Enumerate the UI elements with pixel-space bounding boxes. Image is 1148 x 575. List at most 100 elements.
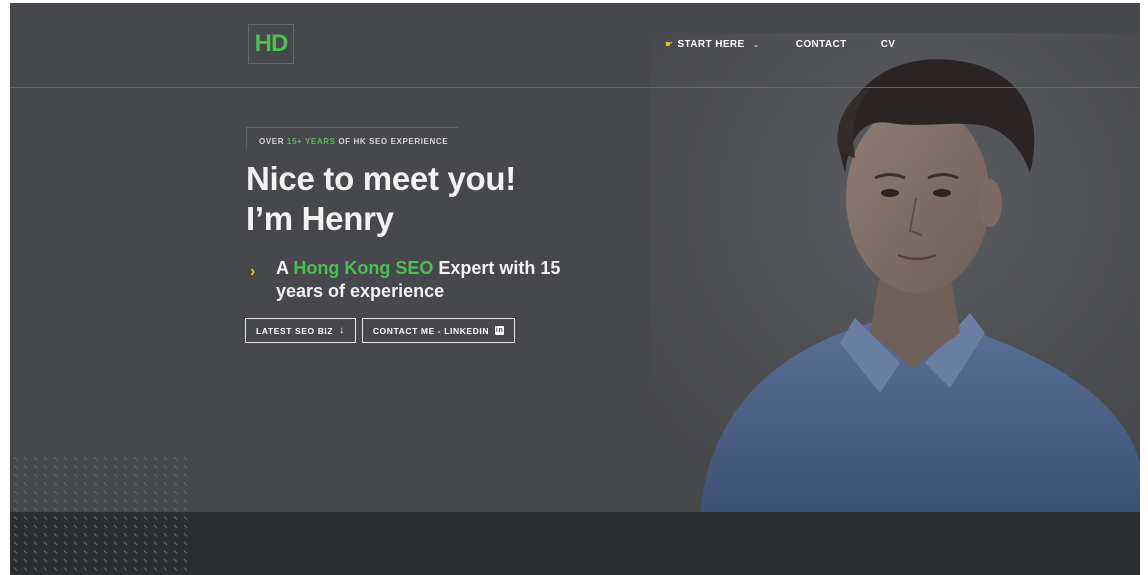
pattern-dash [153, 473, 158, 478]
pattern-dash [153, 550, 158, 554]
contact-linkedin-label: CONTACT ME - LINKEDIN [372, 325, 490, 336]
pattern-dash [93, 507, 98, 512]
pattern-dash [173, 473, 178, 478]
pattern-dash [123, 550, 128, 554]
pattern-dash [33, 533, 38, 537]
sub-accent: Hong Kong SEO [293, 258, 434, 278]
nav-cv[interactable]: CV [881, 39, 896, 50]
main-nav: ☛ START HERE ⌄ CONTACT CV [665, 39, 895, 50]
pattern-dash [183, 507, 188, 512]
pattern-dash [93, 465, 98, 469]
pattern-dash [103, 473, 108, 478]
pattern-dash [103, 465, 108, 469]
pattern-dash [113, 499, 118, 503]
pattern-dash [143, 567, 148, 571]
pattern-dash [93, 456, 98, 461]
pattern-dash [163, 558, 168, 563]
subline-text: A Hong Kong SEO Expert with 15 years of e… [276, 257, 560, 303]
pattern-dash [143, 499, 148, 503]
pattern-dash [173, 516, 178, 520]
pattern-dash [23, 490, 28, 495]
pattern-dash [103, 490, 108, 495]
pattern-dash [153, 490, 158, 495]
pattern-dash [13, 524, 18, 529]
pattern-dash [83, 524, 88, 529]
pattern-dash [63, 558, 68, 563]
pattern-dash [173, 550, 178, 554]
arrow-down-icon: ↓ [339, 325, 345, 336]
pattern-dash [103, 567, 108, 571]
linkedin-icon: in [495, 326, 505, 335]
pattern-dash [133, 533, 138, 537]
pattern-dash [133, 516, 138, 520]
headline-line-1: Nice to meet you! [246, 160, 516, 197]
pattern-dash [73, 490, 78, 495]
pattern-dash [63, 550, 68, 554]
pattern-dash [23, 473, 28, 478]
pattern-dash [93, 490, 98, 495]
pattern-dash [133, 473, 138, 478]
pattern-dash [173, 567, 178, 571]
pattern-dash [143, 533, 148, 537]
pattern-dash [153, 567, 158, 571]
pattern-dash [33, 473, 38, 478]
pattern-dash [153, 541, 158, 546]
pattern-dash [13, 507, 18, 512]
nav-contact[interactable]: CONTACT [796, 39, 847, 50]
pattern-dash [143, 482, 148, 486]
pattern-dash [53, 507, 58, 512]
pattern-dash [73, 524, 78, 529]
pattern-dash [183, 499, 188, 503]
pattern-dash [33, 482, 38, 486]
pattern-dash [93, 541, 98, 546]
pattern-dash [23, 499, 28, 503]
pattern-dash [153, 516, 158, 520]
pattern-dash [73, 482, 78, 486]
pattern-dash [53, 499, 58, 503]
pattern-dash [103, 499, 108, 503]
nav-start-here[interactable]: ☛ START HERE ⌄ [665, 39, 760, 50]
latest-seo-biz-button[interactable]: LATEST SEO BIZ ↓ [245, 318, 356, 343]
pattern-dash [143, 507, 148, 512]
sub-line-2: years of experience [276, 281, 445, 301]
pattern-dash [93, 482, 98, 486]
pattern-dash [53, 524, 58, 529]
pattern-dash [173, 524, 178, 529]
pattern-dash [53, 465, 58, 469]
pattern-dash [83, 482, 88, 486]
pattern-dash [43, 507, 48, 512]
site-logo[interactable]: HD [248, 24, 294, 64]
pattern-dash [173, 558, 178, 563]
pattern-dash [123, 499, 128, 503]
pattern-dash [173, 465, 178, 469]
pattern-dash [53, 516, 58, 520]
pattern-dash [183, 567, 188, 571]
pattern-dash [43, 516, 48, 520]
pattern-dash [43, 541, 48, 546]
experience-eyebrow: OVER 15+ YEARS OF HK SEO EXPERIENCE [246, 127, 458, 149]
pattern-dash [13, 456, 18, 461]
pattern-dash [83, 499, 88, 503]
chevron-down-icon: ⌄ [752, 40, 760, 49]
pattern-dash [143, 516, 148, 520]
pattern-dash [63, 490, 68, 495]
pattern-dash [153, 456, 158, 461]
pattern-dash [33, 558, 38, 563]
pattern-dash [123, 524, 128, 529]
pattern-dash [103, 507, 108, 512]
pattern-dash [123, 541, 128, 546]
pattern-dash [113, 567, 118, 571]
pattern-dash [153, 465, 158, 469]
pattern-dash [113, 465, 118, 469]
pattern-dash [113, 524, 118, 529]
pattern-dash [53, 541, 58, 546]
pattern-dash [123, 533, 128, 537]
pattern-dash [83, 567, 88, 571]
pattern-dash [33, 456, 38, 461]
hero-buttons: LATEST SEO BIZ ↓ CONTACT ME - LINKEDIN i… [245, 318, 516, 343]
pattern-dash [133, 567, 138, 571]
pattern-dash [133, 499, 138, 503]
pattern-dash [23, 533, 28, 537]
contact-linkedin-button[interactable]: CONTACT ME - LINKEDIN in [361, 318, 516, 343]
pattern-dash [113, 473, 118, 478]
